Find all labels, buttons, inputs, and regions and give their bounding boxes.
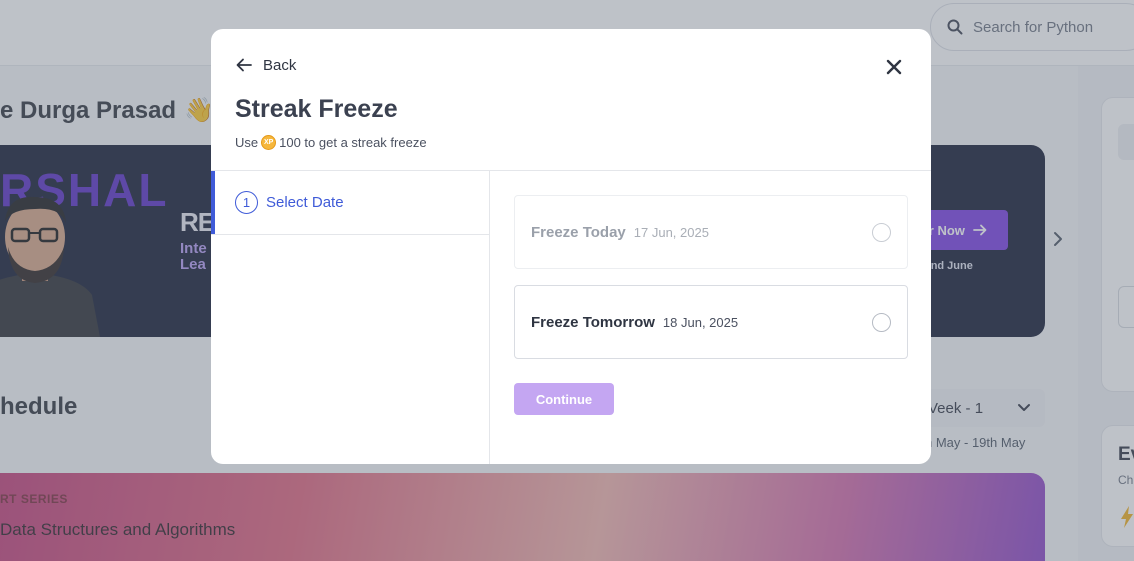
back-button[interactable]: Back [235,56,296,74]
column-divider [489,170,490,464]
close-icon[interactable] [883,56,905,78]
freeze-tomorrow-option[interactable]: Freeze Tomorrow 18 Jun, 2025 [514,285,908,359]
subtitle-prefix: Use [235,135,259,150]
step-label: Select Date [266,194,344,211]
option-date: 18 Jun, 2025 [662,314,739,330]
option-label: Freeze Tomorrow [531,313,655,331]
step-number: 1 [235,191,258,214]
xp-coin-icon: XP [261,135,277,150]
radio-button[interactable] [872,313,891,332]
back-label: Back [263,56,297,74]
radio-button[interactable] [872,223,891,242]
freeze-today-option[interactable]: Freeze Today 17 Jun, 2025 [514,195,908,269]
arrow-left-icon [236,58,252,72]
option-label: Freeze Today [531,223,626,241]
continue-button[interactable]: Continue [514,383,614,415]
streak-freeze-modal: Back Streak Freeze Use XP 100 to get a s… [211,29,931,464]
subtitle-suffix: 100 to get a streak freeze [279,135,427,150]
modal-subtitle: Use XP 100 to get a streak freeze [235,135,427,150]
option-date: 17 Jun, 2025 [633,224,709,240]
step-select-date[interactable]: 1 Select Date [211,171,489,235]
modal-title: Streak Freeze [235,95,398,123]
